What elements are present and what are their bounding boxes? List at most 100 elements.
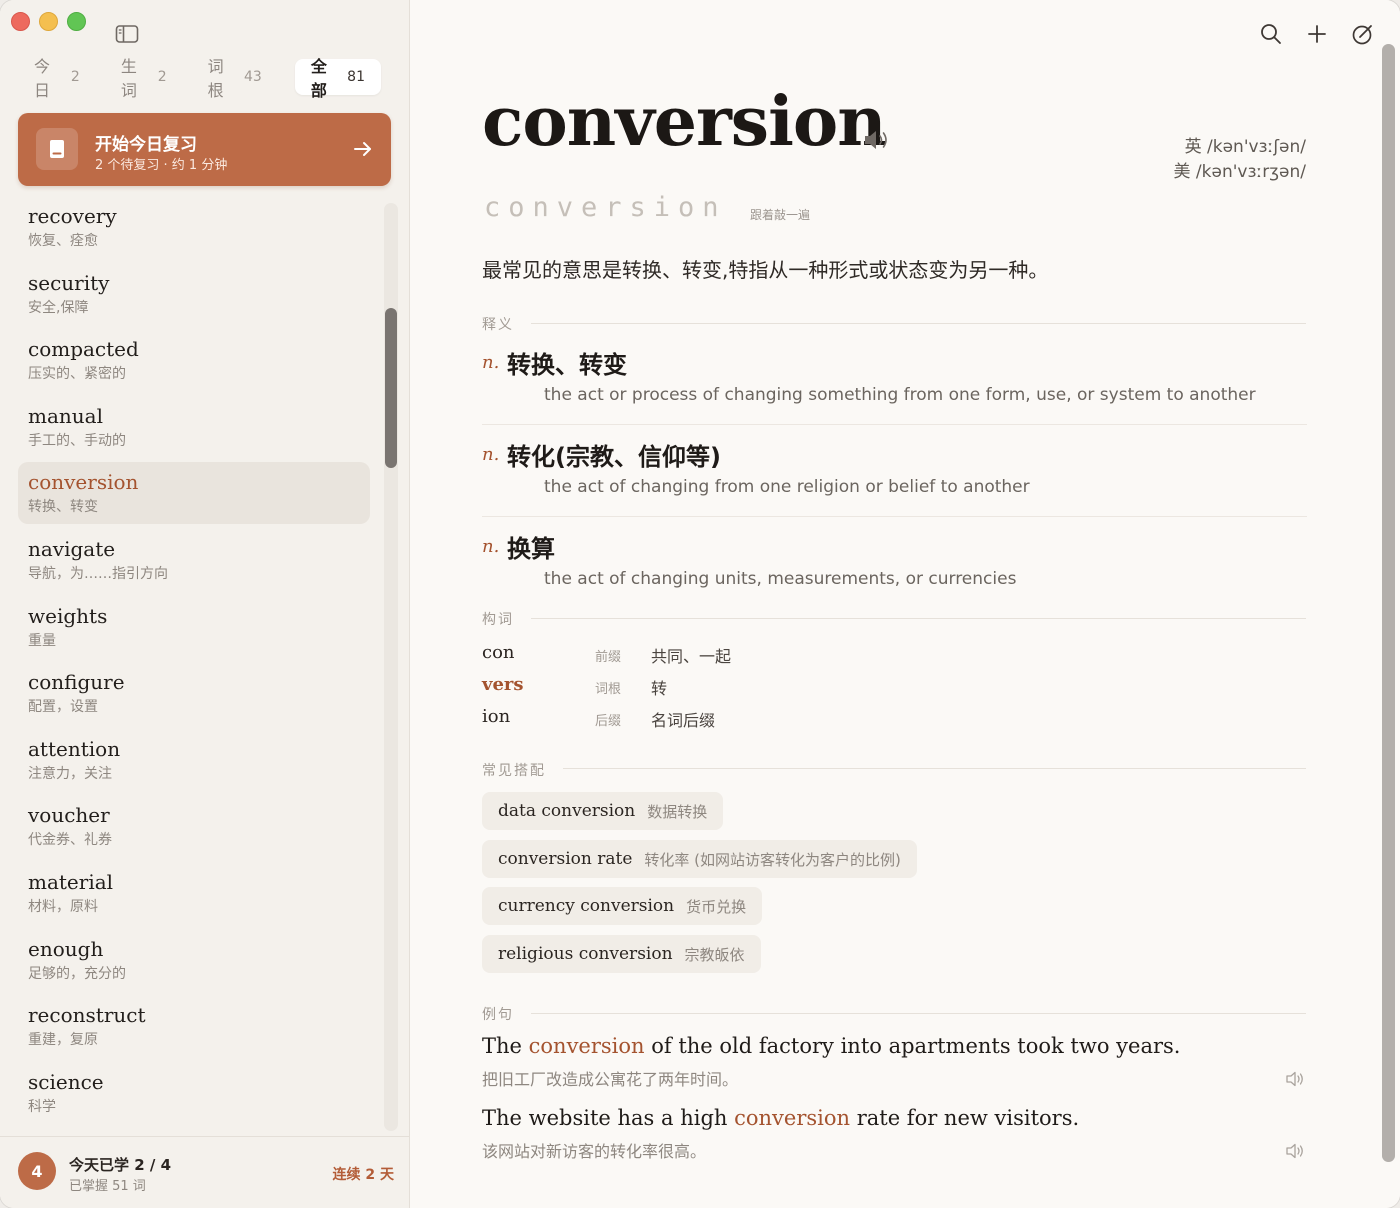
word-english: science <box>28 1069 104 1094</box>
word-english: security <box>28 270 110 295</box>
tab-roots[interactable]: 词根 43 <box>192 57 278 100</box>
tab-new-words[interactable]: 生词 2 <box>105 57 183 100</box>
word-english: attention <box>28 736 121 761</box>
collocation-chip[interactable]: conversion rate 转化率 (如网站访客转化为客户的比例) <box>482 840 917 878</box>
tab-all[interactable]: 全部 81 <box>294 57 381 100</box>
definition-english: the act of changing from one religion or… <box>544 477 1030 497</box>
morpheme-meaning: 转 <box>651 679 668 698</box>
collocation-chip[interactable]: currency conversion 货币兑换 <box>482 887 763 925</box>
collocation-chinese: 转化率 (如网站访客转化为客户的比例) <box>644 850 901 869</box>
word-english: navigate <box>28 536 116 561</box>
example-english: The website has a high conversion rate f… <box>482 1106 1307 1130</box>
main-scroll-thumb[interactable] <box>1382 44 1395 1162</box>
word-chinese: 注意力，关注 <box>28 765 112 782</box>
example-highlight: conversion <box>734 1106 851 1130</box>
progress-badge: 4 <box>18 1152 56 1190</box>
app-window: 今日 2 生词 2 词根 43 全部 81 开始今日复习 2 个待复习 · 约 … <box>0 0 1400 1208</box>
section-collocations-label: 常见搭配 <box>482 763 546 779</box>
headword: conversion <box>482 82 887 162</box>
word-chinese: 代金券、礼券 <box>28 832 112 849</box>
review-title: 开始今日复习 <box>95 135 197 155</box>
example-text: The website has a high <box>482 1106 735 1130</box>
word-english: configure <box>28 670 125 695</box>
collocation-chinese: 宗教皈依 <box>684 945 745 964</box>
close-window-button[interactable] <box>11 12 30 31</box>
list-item[interactable]: security 安全,保障 <box>18 263 370 325</box>
speaker-icon[interactable] <box>863 128 891 152</box>
example-sentence: The website has a high conversion rate f… <box>482 1106 1307 1162</box>
sidebar-toggle-icon[interactable] <box>115 24 139 44</box>
list-item[interactable]: enough 足够的，充分的 <box>18 929 370 991</box>
definition-chinese: 转换、转变 <box>507 351 627 379</box>
word-english: material <box>28 869 114 894</box>
morpheme-row: vers 词根 转 <box>482 674 882 702</box>
divider <box>482 424 1307 425</box>
list-item[interactable]: configure 配置，设置 <box>18 662 370 724</box>
word-detail-pane: conversion 英 /kən'vɜːʃən/ 美 /kən'vɜːrʒən… <box>411 0 1400 1208</box>
filter-tabs: 今日 2 生词 2 词根 43 全部 81 <box>18 57 390 100</box>
list-item[interactable]: science 科学 <box>18 1062 370 1124</box>
collocation-english: conversion rate <box>498 849 633 869</box>
list-item[interactable]: material 材料，原料 <box>18 862 370 924</box>
compose-icon[interactable] <box>1351 22 1375 46</box>
spelling-practice[interactable]: conversion <box>484 192 727 223</box>
list-item[interactable]: compacted 压实的、紧密的 <box>18 329 370 391</box>
speaker-icon[interactable] <box>1285 1142 1307 1160</box>
phonetic-uk: 英 /kən'vɜːʃən/ <box>1184 137 1306 157</box>
word-english: voucher <box>28 803 110 828</box>
collocation-chip[interactable]: data conversion 数据转换 <box>482 792 724 830</box>
example-sentence: The conversion of the old factory into a… <box>482 1034 1307 1090</box>
morpheme-root: vers <box>482 674 524 695</box>
review-subtitle: 2 个待复习 · 约 1 分钟 <box>95 158 228 173</box>
example-chinese: 该网站对新访客的转化率很高。 <box>482 1142 707 1161</box>
tab-today[interactable]: 今日 2 <box>18 57 96 100</box>
word-english: manual <box>28 403 103 428</box>
tab-label: 生词 <box>120 57 137 100</box>
collocation-chip[interactable]: religious conversion 宗教皈依 <box>482 935 761 973</box>
list-item[interactable]: manual 手工的、手动的 <box>18 396 370 458</box>
divider <box>531 618 1306 619</box>
word-chinese: 压实的、紧密的 <box>28 366 126 383</box>
divider <box>482 516 1307 517</box>
add-icon[interactable] <box>1305 22 1329 46</box>
word-english: conversion <box>28 470 139 495</box>
word-chinese: 转换、转变 <box>28 499 98 516</box>
maximize-window-button[interactable] <box>67 12 86 31</box>
example-highlight: conversion <box>528 1034 645 1058</box>
sidebar-scrollbar[interactable] <box>384 203 398 1131</box>
main-scrollbar[interactable] <box>1382 44 1395 1162</box>
list-item[interactable]: voucher 代金券、礼券 <box>18 795 370 857</box>
definition-english: the act or process of changing something… <box>544 385 1256 405</box>
divider <box>531 1013 1306 1014</box>
morpheme: con <box>482 642 515 663</box>
word-chinese: 安全,保障 <box>28 299 89 316</box>
part-of-speech: n. <box>482 444 500 465</box>
tab-count: 2 <box>157 69 167 85</box>
search-icon[interactable] <box>1259 22 1283 46</box>
morpheme-row: ion 后缀 名词后缀 <box>482 706 882 734</box>
minimize-window-button[interactable] <box>39 12 58 31</box>
tab-label: 全部 <box>310 57 327 100</box>
list-item[interactable]: reconstruct 重建，复原 <box>18 995 370 1057</box>
speaker-icon[interactable] <box>1285 1070 1307 1088</box>
word-list: recovery 恢复、痊愈 security 安全,保障 compacted … <box>18 196 370 1132</box>
divider <box>531 323 1306 324</box>
example-text: of the old factory into apartments took … <box>644 1034 1181 1058</box>
sidebar-scroll-thumb[interactable] <box>385 308 397 468</box>
example-text: rate for new visitors. <box>850 1106 1080 1130</box>
section-definitions-label: 释义 <box>482 317 514 333</box>
morpheme: ion <box>482 706 511 727</box>
start-review-button[interactable]: 开始今日复习 2 个待复习 · 约 1 分钟 <box>18 113 391 186</box>
collocation-chinese: 货币兑换 <box>686 897 747 916</box>
list-item-selected[interactable]: conversion 转换、转变 <box>18 462 370 525</box>
list-item[interactable]: weights 重量 <box>18 596 370 658</box>
list-item[interactable]: recovery 恢复、痊愈 <box>18 196 370 258</box>
tab-count: 81 <box>347 69 365 85</box>
list-item[interactable]: attention 注意力，关注 <box>18 729 370 791</box>
phonetic-us: 美 /kən'vɜːrʒən/ <box>1173 162 1306 182</box>
definition-english: the act of changing units, measurements,… <box>544 569 1017 589</box>
arrow-right-icon <box>354 142 371 156</box>
list-item[interactable]: navigate 导航，为……指引方向 <box>18 529 370 591</box>
word-chinese: 材料，原料 <box>28 898 98 915</box>
collocation-english: religious conversion <box>498 944 673 964</box>
